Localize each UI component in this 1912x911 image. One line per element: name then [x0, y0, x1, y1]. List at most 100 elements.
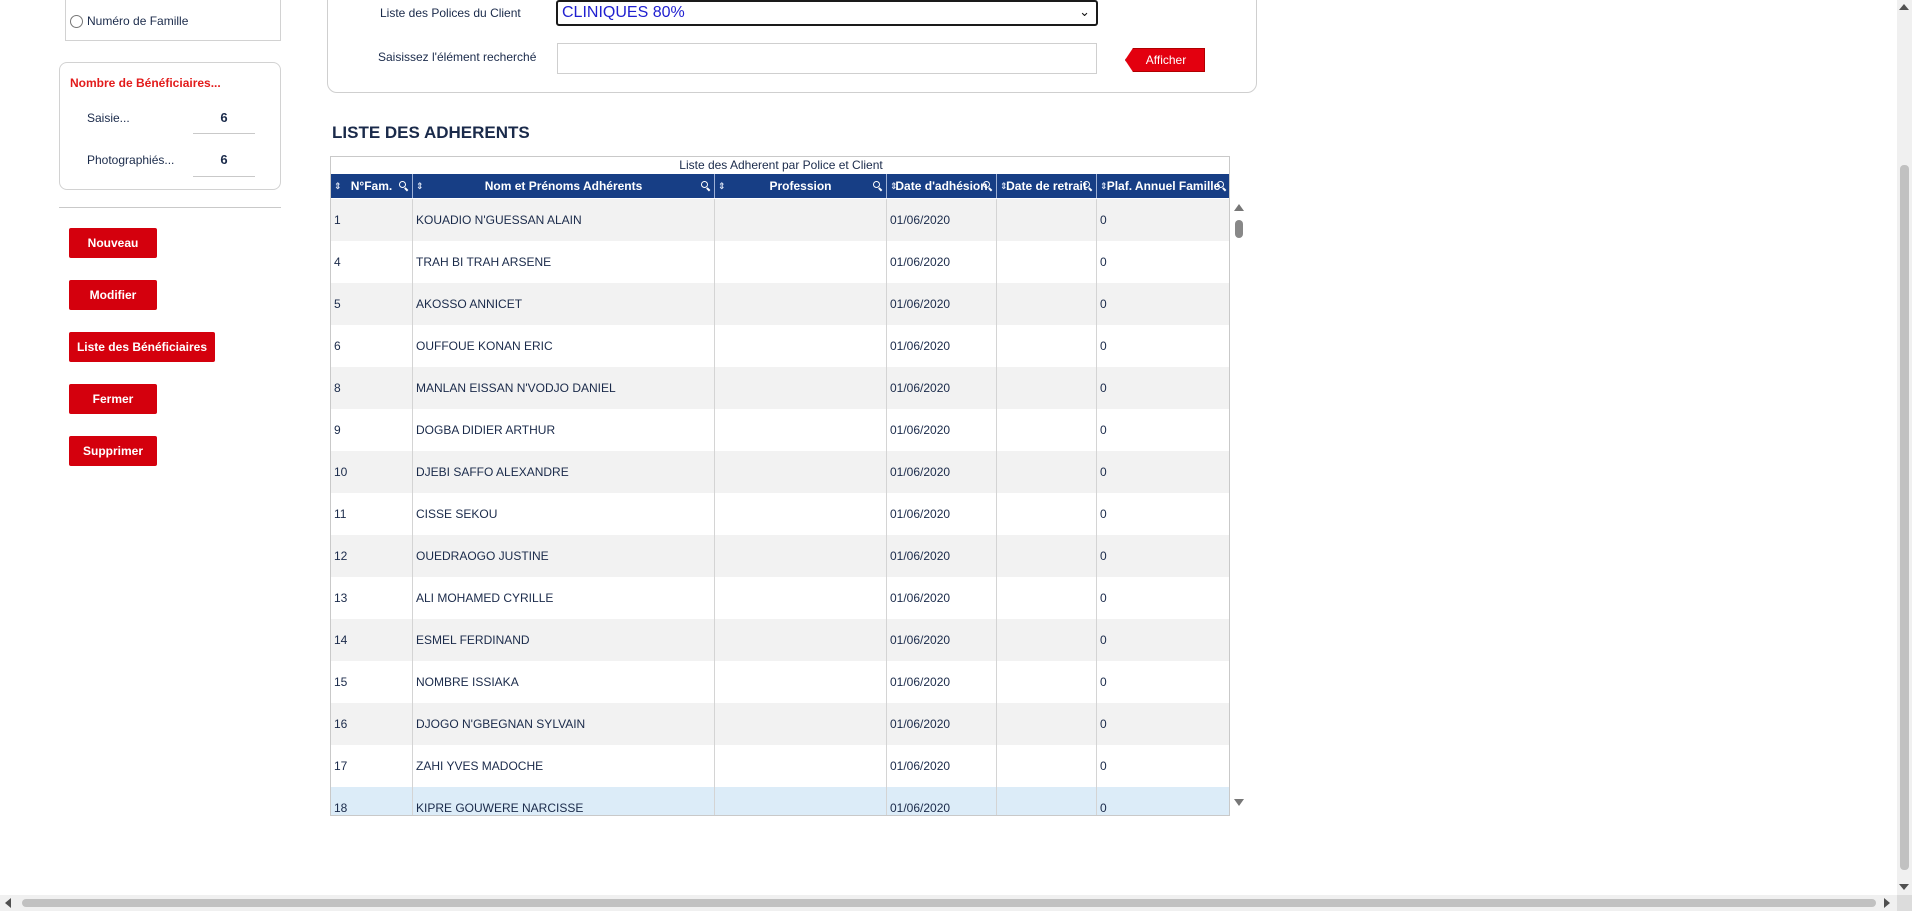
liste-beneficiaires-button[interactable]: Liste des Bénéficiaires [69, 332, 215, 362]
cell-date-retrait [997, 493, 1097, 535]
saisie-value: 6 [220, 110, 228, 125]
scroll-down-icon[interactable] [1899, 884, 1909, 890]
table-row[interactable]: 14 ESMEL FERDINAND 01/06/2020 0 [331, 619, 1229, 661]
table-row[interactable]: 17 ZAHI YVES MADOCHE 01/06/2020 0 [331, 745, 1229, 787]
cell-plafond: 0 [1097, 577, 1229, 619]
grid-scroll-up-icon[interactable] [1234, 204, 1244, 211]
table-row[interactable]: 1 KOUADIO N'GUESSAN ALAIN 01/06/2020 0 [331, 199, 1229, 241]
cell-profession [715, 367, 887, 409]
grid-scroll-down-icon[interactable] [1234, 799, 1244, 806]
cell-plafond: 0 [1097, 409, 1229, 451]
cell-date-adhesion: 01/06/2020 [887, 745, 997, 787]
saisie-label: Saisie... [87, 111, 130, 125]
column-header-label: Date d'adhésion [895, 179, 988, 193]
cell-nfam: 14 [331, 619, 413, 661]
cell-nom: AKOSSO ANNICET [413, 283, 715, 325]
chevron-down-icon: ⌄ [1079, 4, 1090, 19]
supprimer-button[interactable]: Supprimer [69, 436, 157, 466]
column-header-nfam[interactable]: ⇕ N°Fam. [331, 174, 413, 198]
cell-nfam: 5 [331, 283, 413, 325]
table-row[interactable]: 4 TRAH BI TRAH ARSENE 01/06/2020 0 [331, 241, 1229, 283]
cell-date-adhesion: 01/06/2020 [887, 325, 997, 367]
column-header-plafond[interactable]: ⇕ Plaf. Annuel Famille [1097, 174, 1229, 198]
sort-icon[interactable]: ⇕ [1100, 174, 1108, 198]
fermer-button[interactable]: Fermer [69, 384, 157, 414]
table-row[interactable]: 6 OUFFOUE KONAN ERIC 01/06/2020 0 [331, 325, 1229, 367]
table-row[interactable]: 16 DJOGO N'GBEGNAN SYLVAIN 01/06/2020 0 [331, 703, 1229, 745]
cell-date-adhesion: 01/06/2020 [887, 577, 997, 619]
sort-icon[interactable]: ⇕ [416, 174, 424, 198]
cell-date-adhesion: 01/06/2020 [887, 661, 997, 703]
cell-date-adhesion: 01/06/2020 [887, 409, 997, 451]
column-header-nom[interactable]: ⇕ Nom et Prénoms Adhérents [413, 174, 715, 198]
cell-profession [715, 409, 887, 451]
page-horizontal-scrollbar-thumb[interactable] [22, 899, 1876, 907]
cell-nom: DJEBI SAFFO ALEXANDRE [413, 451, 715, 493]
search-icon[interactable] [873, 181, 882, 190]
table-row[interactable]: 5 AKOSSO ANNICET 01/06/2020 0 [331, 283, 1229, 325]
table-row[interactable]: 18 KIPRE GOUWERE NARCISSE 01/06/2020 0 [331, 787, 1229, 815]
cell-plafond: 0 [1097, 619, 1229, 661]
cell-date-adhesion: 01/06/2020 [887, 367, 997, 409]
search-icon[interactable] [983, 181, 992, 190]
search-icon[interactable] [1217, 181, 1226, 190]
grid-header: ⇕ N°Fam. ⇕ Nom et Prénoms Adhérents ⇕ Pr… [331, 174, 1229, 198]
cell-date-retrait [997, 661, 1097, 703]
table-row[interactable]: 8 MANLAN EISSAN N'VODJO DANIEL 01/06/202… [331, 367, 1229, 409]
search-input[interactable] [557, 43, 1097, 74]
table-row[interactable]: 11 CISSE SEKOU 01/06/2020 0 [331, 493, 1229, 535]
cell-date-retrait [997, 325, 1097, 367]
table-row[interactable]: 13 ALI MOHAMED CYRILLE 01/06/2020 0 [331, 577, 1229, 619]
cell-profession [715, 325, 887, 367]
cell-nom: NOMBRE ISSIAKA [413, 661, 715, 703]
page-vertical-scrollbar-thumb[interactable] [1900, 165, 1909, 870]
cell-date-adhesion: 01/06/2020 [887, 283, 997, 325]
photographies-underline [193, 176, 255, 177]
cell-nfam: 17 [331, 745, 413, 787]
grid-scrollbar-thumb[interactable] [1235, 220, 1243, 238]
table-row[interactable]: 10 DJEBI SAFFO ALEXANDRE 01/06/2020 0 [331, 451, 1229, 493]
table-row[interactable]: 15 NOMBRE ISSIAKA 01/06/2020 0 [331, 661, 1229, 703]
cell-profession [715, 535, 887, 577]
cell-profession [715, 787, 887, 815]
modifier-button[interactable]: Modifier [69, 280, 157, 310]
scroll-up-icon[interactable] [1899, 4, 1909, 10]
afficher-button[interactable]: Afficher [1125, 48, 1205, 72]
sort-icon[interactable]: ⇕ [334, 174, 342, 198]
cell-plafond: 0 [1097, 325, 1229, 367]
cell-nom: KIPRE GOUWERE NARCISSE [413, 787, 715, 815]
cell-date-retrait [997, 199, 1097, 241]
cell-date-retrait [997, 787, 1097, 815]
column-header-date-adhesion[interactable]: ⇕ Date d'adhésion [887, 174, 997, 198]
column-header-profession[interactable]: ⇕ Profession [715, 174, 887, 198]
sort-icon[interactable]: ⇕ [890, 174, 898, 198]
search-icon[interactable] [701, 181, 710, 190]
cell-plafond: 0 [1097, 451, 1229, 493]
search-icon[interactable] [399, 181, 408, 190]
cell-date-retrait [997, 367, 1097, 409]
numero-famille-label: Numéro de Famille [87, 14, 189, 28]
cell-nfam: 12 [331, 535, 413, 577]
search-icon[interactable] [1083, 181, 1092, 190]
sort-icon[interactable]: ⇕ [1000, 174, 1008, 198]
sort-icon[interactable]: ⇕ [718, 174, 726, 198]
scroll-right-icon[interactable] [1884, 898, 1890, 908]
cell-date-retrait [997, 283, 1097, 325]
cell-nom: TRAH BI TRAH ARSENE [413, 241, 715, 283]
beneficiaires-title: Nombre de Bénéficiaires... [70, 76, 221, 90]
table-row[interactable]: 9 DOGBA DIDIER ARTHUR 01/06/2020 0 [331, 409, 1229, 451]
scroll-left-icon[interactable] [5, 898, 11, 908]
cell-nfam: 1 [331, 199, 413, 241]
cell-date-retrait [997, 577, 1097, 619]
table-row[interactable]: 12 OUEDRAOGO JUSTINE 01/06/2020 0 [331, 535, 1229, 577]
grid-body: 1 KOUADIO N'GUESSAN ALAIN 01/06/2020 0 4… [331, 199, 1229, 815]
column-header-date-retrait[interactable]: ⇕ Date de retrait [997, 174, 1097, 198]
cell-profession [715, 283, 887, 325]
policy-select[interactable]: CLINIQUES 80% ⌄ [556, 0, 1098, 26]
nouveau-button[interactable]: Nouveau [69, 228, 157, 258]
cell-plafond: 0 [1097, 661, 1229, 703]
numero-famille-radio[interactable] [70, 15, 83, 28]
cell-nom: OUFFOUE KONAN ERIC [413, 325, 715, 367]
cell-plafond: 0 [1097, 703, 1229, 745]
cell-profession [715, 199, 887, 241]
